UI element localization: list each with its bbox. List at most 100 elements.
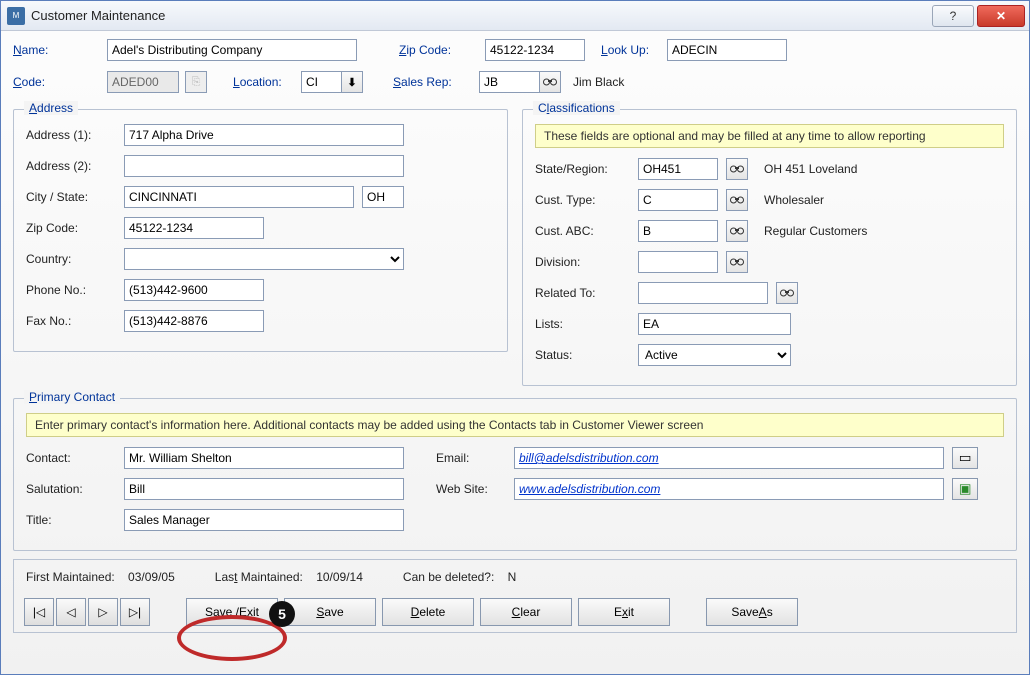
status-select[interactable]: Active	[638, 344, 791, 366]
save-button[interactable]: SaveSave	[284, 598, 376, 626]
class-group: ClassificationsClassifications These fie…	[522, 109, 1017, 386]
location-dropdown-button[interactable]: ⬇	[341, 71, 363, 93]
addr2-input[interactable]	[124, 155, 404, 177]
custtype-input[interactable]	[638, 189, 718, 211]
save-exit-button[interactable]: Save / ExitSave / Exit	[186, 598, 278, 626]
nav-first-button[interactable]: |◁	[24, 598, 54, 626]
status-label: Status:	[535, 348, 630, 362]
address-legend: AAddressddress	[24, 101, 78, 115]
salesrep-input[interactable]	[479, 71, 539, 93]
first-label: First Maintained:	[26, 570, 115, 584]
close-button[interactable]: ✕	[977, 5, 1025, 27]
address-col: AAddressddress Address (1): Address (2):…	[13, 103, 508, 386]
addr-zip-input[interactable]	[124, 217, 264, 239]
first-icon: |◁	[33, 605, 45, 619]
code-lookup-button[interactable]: ⎘	[185, 71, 207, 93]
chevron-down-icon: ⬇	[347, 76, 356, 89]
nav-prev-button[interactable]: ◁	[56, 598, 86, 626]
zip-input[interactable]	[485, 39, 585, 61]
address-group: AAddressddress Address (1): Address (2):…	[13, 109, 508, 352]
window-frame: M Customer Maintenance ? ✕ Name: Zip Cod…	[0, 0, 1030, 675]
salesrep-name: Jim Black	[573, 75, 624, 89]
class-col: ClassificationsClassifications These fie…	[522, 103, 1017, 386]
related-lookup-button[interactable]	[776, 282, 798, 304]
country-label: Country:	[26, 252, 116, 266]
salutation-input[interactable]	[124, 478, 404, 500]
card-icon: ▭	[959, 450, 972, 466]
email-link[interactable]: bill@adelsdistribution.com	[519, 451, 659, 465]
custabc-lookup-button[interactable]	[726, 220, 748, 242]
fax-input[interactable]	[124, 310, 264, 332]
contact-input[interactable]	[124, 447, 404, 469]
binoculars-icon	[730, 255, 744, 270]
clear-button[interactable]: ClearClear	[480, 598, 572, 626]
email-action-button[interactable]: ▭	[952, 447, 978, 469]
stateregion-lookup-button[interactable]	[726, 158, 748, 180]
class-legend: ClassificationsClassifications	[533, 101, 620, 115]
email-input[interactable]: bill@adelsdistribution.com	[514, 447, 944, 469]
saveas-button[interactable]: Save AsSave As	[706, 598, 798, 626]
candelete-value: N	[508, 570, 517, 584]
lists-input[interactable]	[638, 313, 791, 335]
stateregion-label: State/Region:	[535, 162, 630, 176]
binoculars-icon	[543, 75, 557, 90]
candelete-label: Can be deleted?:	[403, 570, 494, 584]
related-input[interactable]	[638, 282, 768, 304]
custabc-input[interactable]	[638, 220, 718, 242]
email-label: Email:	[436, 451, 506, 465]
lookup-label: Look Up:	[601, 43, 661, 57]
status-row: First Maintained: 03/09/05 Last Maintain…	[24, 566, 1006, 598]
location-combo: ⬇	[301, 71, 363, 93]
last-value: 10/09/14	[316, 570, 363, 584]
custabc-desc: Regular Customers	[764, 224, 867, 238]
state-input[interactable]	[362, 186, 404, 208]
last-label: Last Maintained:Last Maintained:	[215, 570, 303, 584]
binoculars-icon	[730, 224, 744, 239]
titlebar: M Customer Maintenance ? ✕	[1, 1, 1029, 31]
picture-icon: ▣	[959, 481, 972, 497]
country-select[interactable]	[124, 248, 404, 270]
nav-last-button[interactable]: ▷|	[120, 598, 150, 626]
title-input[interactable]	[124, 509, 404, 531]
website-input[interactable]: www.adelsdistribution.com	[514, 478, 944, 500]
bottom-bar: First Maintained: 03/09/05 Last Maintain…	[13, 559, 1017, 633]
addr2-label: Address (2):	[26, 159, 116, 173]
website-link[interactable]: www.adelsdistribution.com	[519, 482, 660, 496]
addr-zip-label: Zip Code:	[26, 221, 116, 235]
class-info: These fields are optional and may be fil…	[535, 124, 1004, 148]
contact-info: Enter primary contact's information here…	[26, 413, 1004, 437]
custtype-desc: Wholesaler	[764, 193, 824, 207]
salutation-label: Salutation:	[26, 482, 116, 496]
phone-input[interactable]	[124, 279, 264, 301]
addr1-input[interactable]	[124, 124, 404, 146]
nav-buttons: |◁ ◁ ▷ ▷|	[24, 598, 150, 626]
custabc-label: Cust. ABC:	[535, 224, 630, 238]
help-button[interactable]: ?	[932, 5, 974, 27]
division-lookup-button[interactable]	[726, 251, 748, 273]
website-label: Web Site:	[436, 482, 506, 496]
location-input[interactable]	[301, 71, 341, 93]
custtype-lookup-button[interactable]	[726, 189, 748, 211]
nav-next-button[interactable]: ▷	[88, 598, 118, 626]
binoculars-icon	[730, 162, 744, 177]
app-icon: M	[7, 7, 25, 25]
name-input[interactable]	[107, 39, 357, 61]
name-label: Name:	[13, 43, 101, 57]
lists-label: Lists:	[535, 317, 630, 331]
exit-button[interactable]: ExitExit	[578, 598, 670, 626]
client-area: Name: Zip Code: Look Up: Code: ⎘ Locatio…	[1, 31, 1029, 674]
website-action-button[interactable]: ▣	[952, 478, 978, 500]
related-label: Related To:	[535, 286, 630, 300]
city-input[interactable]	[124, 186, 354, 208]
lookup-input[interactable]	[667, 39, 787, 61]
delete-button[interactable]: DeleteDelete	[382, 598, 474, 626]
top-row-1: Name: Zip Code: Look Up:	[13, 39, 1017, 61]
binoculars-icon	[780, 286, 794, 301]
close-icon: ✕	[996, 9, 1006, 23]
stateregion-input[interactable]	[638, 158, 718, 180]
division-input[interactable]	[638, 251, 718, 273]
window-title: Customer Maintenance	[31, 8, 929, 23]
stateregion-desc: OH 451 Loveland	[764, 162, 857, 176]
salesrep-lookup-button[interactable]	[539, 71, 561, 93]
location-label: Location:	[233, 75, 295, 89]
